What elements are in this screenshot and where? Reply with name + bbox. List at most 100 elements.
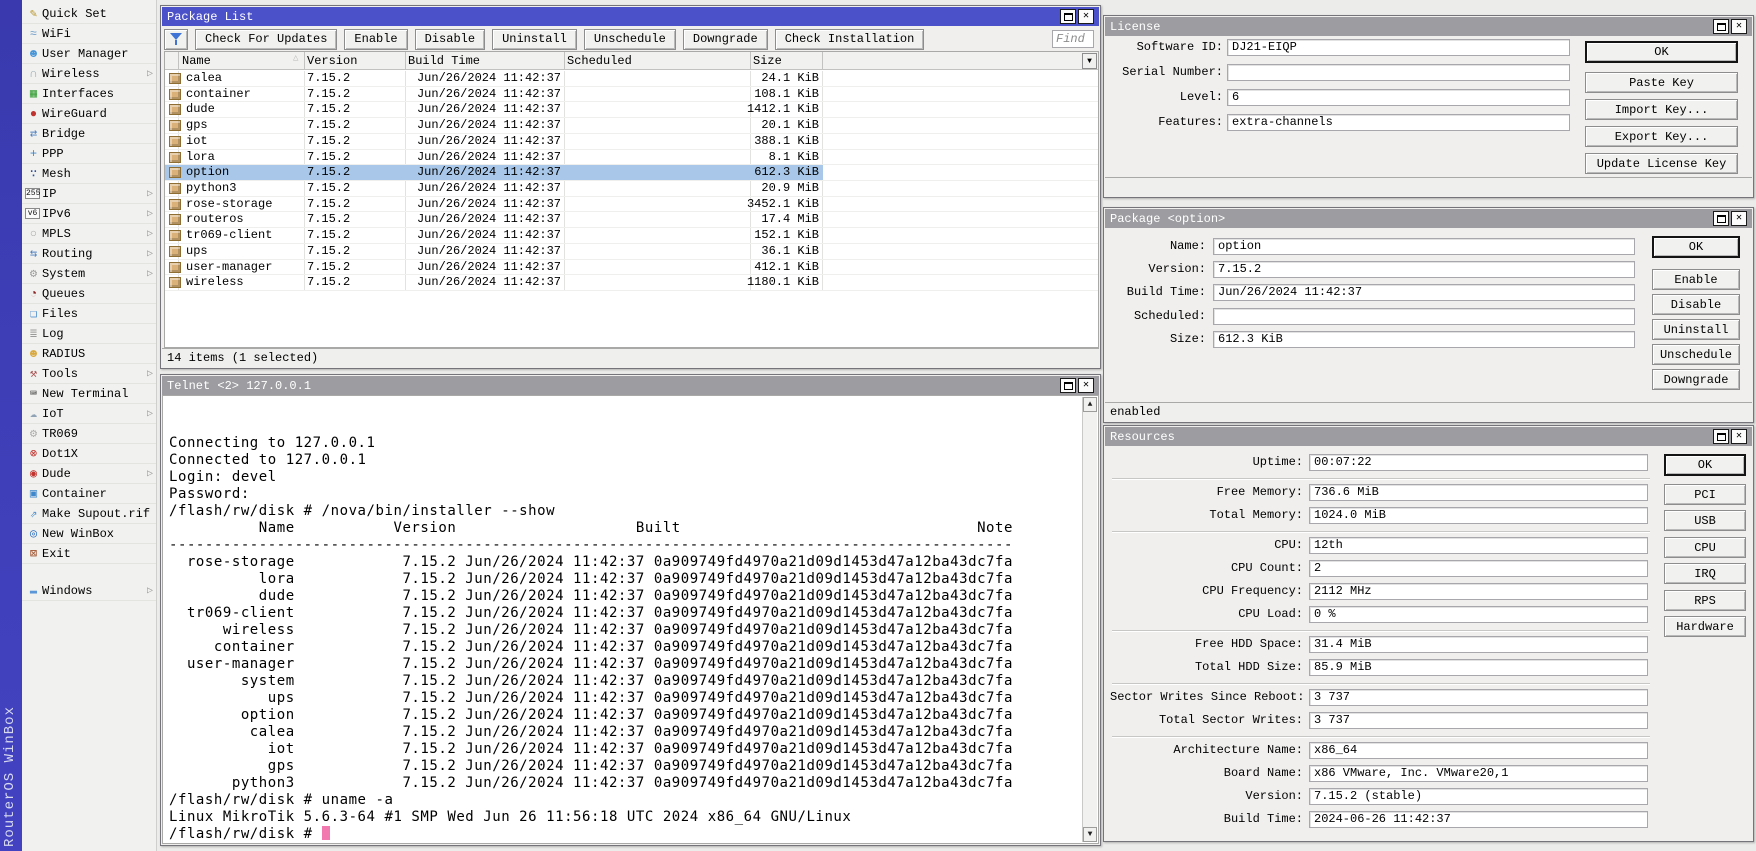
table-row[interactable]: rose-storage7.15.2Jun/26/2024 11:42:3734… <box>165 197 1099 213</box>
restore-icon[interactable] <box>1713 429 1729 444</box>
ok-button[interactable]: OK <box>1652 236 1740 258</box>
terminal-scrollbar[interactable]: ▲ ▼ <box>1082 397 1097 842</box>
sidebar-item-queues[interactable]: ◔Queues <box>22 284 156 304</box>
unschedule-button[interactable]: Unschedule <box>1652 344 1740 365</box>
table-row[interactable]: routeros7.15.2Jun/26/2024 11:42:3717.4 M… <box>165 212 1099 228</box>
telnet-titlebar[interactable]: Telnet <2> 127.0.0.1 ✕ <box>162 376 1099 395</box>
table-row[interactable]: wireless7.15.2Jun/26/2024 11:42:371180.1… <box>165 275 1099 291</box>
sidebar-item-wireless[interactable]: ∩Wireless▷ <box>22 64 156 84</box>
sidebar-item-tr069[interactable]: ⚙TR069 <box>22 424 156 444</box>
license-titlebar[interactable]: License ✕ <box>1105 17 1752 36</box>
field-size[interactable]: 612.3 KiB <box>1213 331 1635 348</box>
sidebar-item-windows[interactable]: ▬Windows▷ <box>22 581 156 601</box>
package-option-titlebar[interactable]: Package <option> ✕ <box>1105 209 1752 228</box>
sidebar-item-dot1x[interactable]: ⊗Dot1X <box>22 444 156 464</box>
sidebar-item-new-terminal[interactable]: ⌨New Terminal <box>22 384 156 404</box>
close-icon[interactable]: ✕ <box>1078 378 1094 393</box>
sidebar-item-dude[interactable]: ◉Dude▷ <box>22 464 156 484</box>
sidebar-item-tools[interactable]: ⚒Tools▷ <box>22 364 156 384</box>
sidebar-item-log[interactable]: ≣Log <box>22 324 156 344</box>
close-icon[interactable]: ✕ <box>1078 9 1094 24</box>
table-row[interactable]: lora7.15.2Jun/26/2024 11:42:378.1 KiB <box>165 150 1099 166</box>
sidebar-item-wifi[interactable]: ≈WiFi <box>22 24 156 44</box>
field-cpu[interactable]: 12th <box>1309 537 1648 554</box>
usb-button[interactable]: USB <box>1664 510 1746 531</box>
filter-funnel-button[interactable] <box>164 29 188 50</box>
field-software-id[interactable]: DJ21-EIQP <box>1227 39 1570 56</box>
update-license-key-button[interactable]: Update License Key <box>1585 153 1738 174</box>
field-version[interactable]: 7.15.2 (stable) <box>1309 788 1648 805</box>
resources-titlebar[interactable]: Resources ✕ <box>1105 427 1752 446</box>
table-row[interactable]: iot7.15.2Jun/26/2024 11:42:37388.1 KiB <box>165 134 1099 150</box>
table-row[interactable]: python37.15.2Jun/26/2024 11:42:3720.9 Mi… <box>165 181 1099 197</box>
column-header-size[interactable]: Size <box>753 52 782 70</box>
restore-icon[interactable] <box>1060 378 1076 393</box>
field-level[interactable]: 6 <box>1227 89 1570 106</box>
check-installation-button[interactable]: Check Installation <box>775 29 925 50</box>
field-cpu-count[interactable]: 2 <box>1309 560 1648 577</box>
column-header-scheduled[interactable]: Scheduled <box>567 52 632 70</box>
disable-button[interactable]: Disable <box>415 29 485 50</box>
column-header-version[interactable]: Version <box>307 52 357 70</box>
field-build-time[interactable]: 2024-06-26 11:42:37 <box>1309 811 1648 828</box>
sidebar-item-iot[interactable]: ☁IoT▷ <box>22 404 156 424</box>
sidebar-item-ppp[interactable]: +PPP <box>22 144 156 164</box>
unschedule-button[interactable]: Unschedule <box>584 29 676 50</box>
table-row[interactable]: ups7.15.2Jun/26/2024 11:42:3736.1 KiB <box>165 244 1099 260</box>
paste-key-button[interactable]: Paste Key <box>1585 72 1738 93</box>
field-features[interactable]: extra-channels <box>1227 114 1570 131</box>
export-key-button[interactable]: Export Key... <box>1585 126 1738 147</box>
table-row[interactable]: dude7.15.2Jun/26/2024 11:42:371412.1 KiB <box>165 102 1099 118</box>
terminal-content[interactable]: Connecting to 127.0.0.1 Connected to 127… <box>162 395 1099 844</box>
package-list-titlebar[interactable]: Package List ✕ <box>162 7 1099 26</box>
sidebar-item-ip[interactable]: 255IP▷ <box>22 184 156 204</box>
sidebar-item-wireguard[interactable]: ●WireGuard <box>22 104 156 124</box>
hardware-button[interactable]: Hardware <box>1664 616 1746 637</box>
sidebar-item-exit[interactable]: ⊠Exit <box>22 544 156 564</box>
sidebar-item-system[interactable]: ⚙System▷ <box>22 264 156 284</box>
downgrade-button[interactable]: Downgrade <box>683 29 768 50</box>
table-row[interactable]: calea7.15.2Jun/26/2024 11:42:3724.1 KiB <box>165 71 1099 87</box>
rps-button[interactable]: RPS <box>1664 590 1746 611</box>
sidebar-item-make-supout-rif[interactable]: ⇗Make Supout.rif <box>22 504 156 524</box>
sidebar-item-bridge[interactable]: ⇄Bridge <box>22 124 156 144</box>
field-free-memory[interactable]: 736.6 MiB <box>1309 484 1648 501</box>
field-board-name[interactable]: x86 VMware, Inc. VMware20,1 <box>1309 765 1648 782</box>
sidebar-item-routing[interactable]: ⇆Routing▷ <box>22 244 156 264</box>
irq-button[interactable]: IRQ <box>1664 563 1746 584</box>
field-version[interactable]: 7.15.2 <box>1213 261 1635 278</box>
sidebar-item-ipv6[interactable]: v6IPv6▷ <box>22 204 156 224</box>
sidebar-item-mpls[interactable]: ○MPLS▷ <box>22 224 156 244</box>
restore-icon[interactable] <box>1713 19 1729 34</box>
import-key-button[interactable]: Import Key... <box>1585 99 1738 120</box>
sidebar-item-new-winbox[interactable]: ◎New WinBox <box>22 524 156 544</box>
field-sector-writes-since-reboot[interactable]: 3 737 <box>1309 689 1648 706</box>
field-free-hdd-space[interactable]: 31.4 MiB <box>1309 636 1648 653</box>
column-header-build-time[interactable]: Build Time <box>408 52 480 70</box>
field-total-memory[interactable]: 1024.0 MiB <box>1309 507 1648 524</box>
sidebar-item-user-manager[interactable]: ☻User Manager <box>22 44 156 64</box>
enable-button[interactable]: Enable <box>1652 269 1740 290</box>
restore-icon[interactable] <box>1713 211 1729 226</box>
column-header-name[interactable]: Name <box>182 52 211 70</box>
downgrade-button[interactable]: Downgrade <box>1652 369 1740 390</box>
sidebar-item-files[interactable]: ❏Files <box>22 304 156 324</box>
enable-button[interactable]: Enable <box>344 29 407 50</box>
scroll-up-icon[interactable]: ▲ <box>1083 397 1097 412</box>
table-row[interactable]: user-manager7.15.2Jun/26/2024 11:42:3741… <box>165 260 1099 276</box>
table-row[interactable]: gps7.15.2Jun/26/2024 11:42:3720.1 KiB <box>165 118 1099 134</box>
close-icon[interactable]: ✕ <box>1731 211 1747 226</box>
uninstall-button[interactable]: Uninstall <box>1652 319 1740 340</box>
cpu-button[interactable]: CPU <box>1664 537 1746 558</box>
field-total-hdd-size[interactable]: 85.9 MiB <box>1309 659 1648 676</box>
sidebar-item-container[interactable]: ▣Container <box>22 484 156 504</box>
field-build-time[interactable]: Jun/26/2024 11:42:37 <box>1213 284 1635 301</box>
sidebar-item-interfaces[interactable]: ▦Interfaces <box>22 84 156 104</box>
ok-button[interactable]: OK <box>1664 454 1746 476</box>
ok-button[interactable]: OK <box>1585 41 1738 63</box>
field-cpu-load[interactable]: 0 % <box>1309 606 1648 623</box>
disable-button[interactable]: Disable <box>1652 294 1740 315</box>
uninstall-button[interactable]: Uninstall <box>492 29 577 50</box>
field-serial-number[interactable] <box>1227 64 1570 81</box>
sidebar-item-mesh[interactable]: ∵Mesh <box>22 164 156 184</box>
